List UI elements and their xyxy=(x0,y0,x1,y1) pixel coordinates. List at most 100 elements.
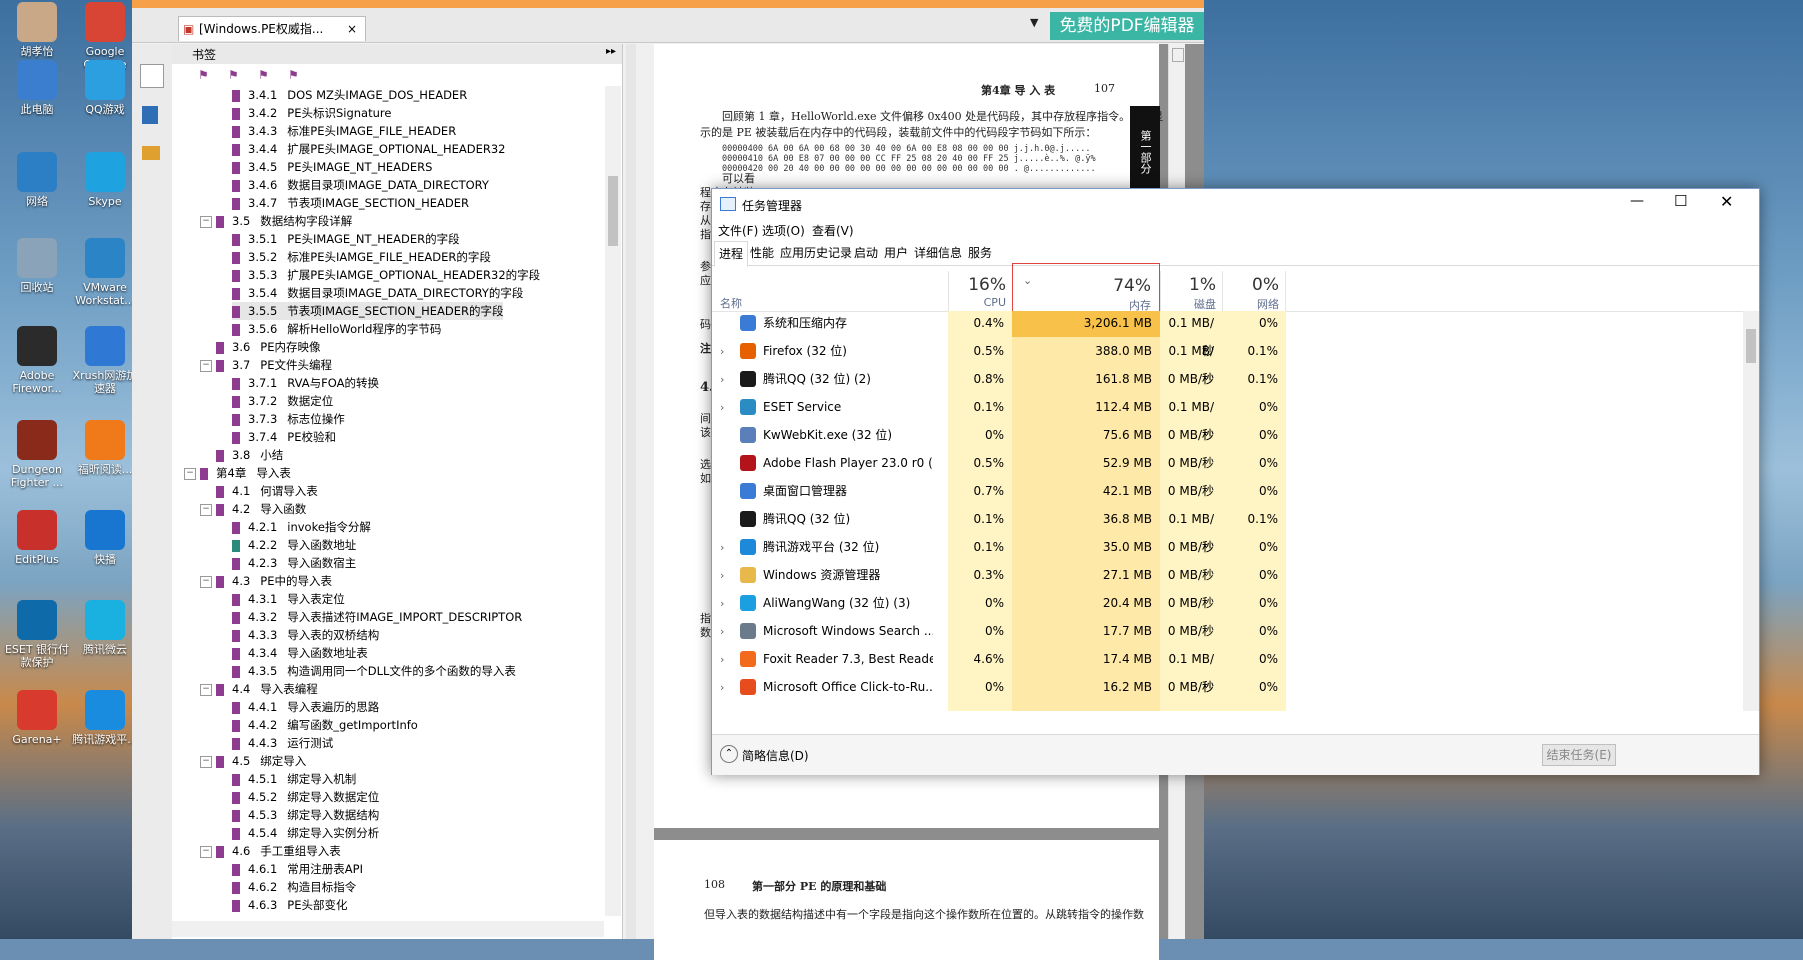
expand-chevron-icon[interactable]: › xyxy=(720,541,730,554)
process-row[interactable]: › Firefox (32 位) 0.5% 388.0 MB 0.1 MB/秒 0.1% xyxy=(712,337,1743,386)
process-row[interactable]: › Foxit Reader 7.3, Best Reade... 4.6% 17.4… xyxy=(712,645,1743,694)
bookmark-item[interactable]: 3.4.6 数据目录项IMAGE_DATA_DIRECTORY xyxy=(232,176,489,194)
expand-chevron-icon[interactable]: › xyxy=(720,569,730,582)
bookmark-item[interactable]: 3.5.4 数据目录项IMAGE_DATA_DIRECTORY的字段 xyxy=(232,284,523,302)
tab-2[interactable]: 应用历史记录 xyxy=(776,241,856,265)
bookmark-item[interactable]: 4.5.3 绑定导入数据结构 xyxy=(232,806,379,824)
process-row[interactable]: Adobe Flash Player 23.0 r0 (... 0.5% 52.9 … xyxy=(712,449,1743,477)
scroll-up-icon[interactable] xyxy=(1172,48,1184,62)
bookmark-item[interactable]: 3.5.3 扩展PE头IAMGE_OPTIONAL_HEADER32的字段 xyxy=(232,266,540,284)
collapse-toggle-icon[interactable]: − xyxy=(200,215,212,228)
expand-chevron-icon[interactable]: › xyxy=(720,345,730,358)
tab-6[interactable]: 服务 xyxy=(964,241,996,265)
bookmark-item[interactable]: 4.5.2 绑定导入数据定位 xyxy=(232,788,379,806)
collapse-toggle-icon[interactable]: − xyxy=(200,755,212,768)
process-row[interactable]: KwWebKit.exe (32 位) 0% 75.6 MB 0 MB/秒 0% xyxy=(712,421,1743,449)
desktop-icon[interactable]: 福昕阅读... xyxy=(72,418,138,492)
process-row[interactable]: › 腾讯QQ (32 位) (2) 0.8% 161.8 MB 0 MB/秒 0.1% xyxy=(712,365,1743,393)
tab-5[interactable]: 详细信息 xyxy=(910,241,966,265)
bookmark-item[interactable]: 4.4.2 编写函数_getImportInfo xyxy=(232,716,418,734)
panel-splitter[interactable] xyxy=(626,44,636,939)
bookmark-item[interactable]: 4.3.4 导入函数地址表 xyxy=(232,644,368,662)
bookmark-item[interactable]: − 3.5 数据结构字段详解 xyxy=(200,212,352,230)
bookmark-item[interactable]: − 3.7 PE文件头编程 xyxy=(200,356,332,374)
bookmark-panel-icon[interactable] xyxy=(140,64,164,88)
bookmark-item[interactable]: 4.2.3 导入函数宿主 xyxy=(232,554,356,572)
bookmark-item[interactable]: 3.4.1 DOS MZ头IMAGE_DOS_HEADER xyxy=(232,86,467,104)
menu-item[interactable]: 选项(O) xyxy=(762,222,805,239)
collapse-toggle-icon[interactable]: − xyxy=(200,683,212,696)
add-bookmark-icon[interactable]: ⚑ xyxy=(228,68,239,82)
bookmark-item[interactable]: 3.7.4 PE校验和 xyxy=(232,428,336,446)
desktop-icon[interactable]: Dungeon Fighter ... xyxy=(4,418,70,492)
expand-chevron-icon[interactable]: › xyxy=(720,597,730,610)
collapse-toggle-icon[interactable]: − xyxy=(184,467,196,480)
bookmark-item[interactable]: 3.5.1 PE头IMAGE_NT_HEADER的字段 xyxy=(232,230,460,248)
tab-1[interactable]: 性能 xyxy=(746,241,778,265)
bookmark-scroll-thumb[interactable] xyxy=(608,176,618,246)
desktop-icon[interactable]: Adobe Firewor... xyxy=(4,324,70,398)
chevron-up-icon[interactable]: ⌃ xyxy=(720,745,738,763)
bookmark-item[interactable]: − 4.2 导入函数 xyxy=(200,500,306,518)
menu-item[interactable]: 查看(V) xyxy=(812,222,854,239)
bookmark-item[interactable]: 3.5.5 节表项IMAGE_SECTION_HEADER的字段 xyxy=(232,302,504,320)
bookmark-item[interactable]: 3.5.6 解析HelloWorld程序的字节码 xyxy=(232,320,441,338)
close-icon[interactable]: ✕ xyxy=(1720,192,1733,211)
bookmark-item[interactable]: 4.5.1 绑定导入机制 xyxy=(232,770,356,788)
pages-panel-icon[interactable] xyxy=(142,106,158,124)
desktop-icon[interactable]: Xrush网游加速器 xyxy=(72,324,138,398)
menu-item[interactable]: 文件(F) xyxy=(718,222,758,239)
tab-close-icon[interactable]: × xyxy=(347,17,357,41)
bookmark-item[interactable]: 4.3.2 导入表描述符IMAGE_IMPORT_DESCRIPTOR xyxy=(232,608,522,626)
desktop-icon[interactable]: 腾讯游戏平... xyxy=(72,688,138,762)
collapse-toggle-icon[interactable]: − xyxy=(200,575,212,588)
bookmark-item[interactable]: 3.8 小结 xyxy=(216,446,283,464)
process-scroll-thumb[interactable] xyxy=(1746,329,1756,363)
bookmark-item[interactable]: 4.1 何谓导入表 xyxy=(216,482,318,500)
bookmark-hscrollbar[interactable] xyxy=(172,921,604,937)
bookmark-item[interactable]: 4.3.1 导入表定位 xyxy=(232,590,345,608)
comments-panel-icon[interactable] xyxy=(142,146,160,160)
tab-0[interactable]: 进程 xyxy=(714,241,749,267)
process-row[interactable]: › 腾讯游戏平台 (32 位) 0.1% 35.0 MB 0 MB/秒 0% xyxy=(712,533,1743,561)
process-row[interactable]: › ESET Service 0.1% 112.4 MB 0.1 MB/秒 0% xyxy=(712,393,1743,442)
column-network[interactable]: 0% 网络 xyxy=(1222,271,1286,311)
bookmark-item[interactable]: 3.4.3 标准PE头IMAGE_FILE_HEADER xyxy=(232,122,456,140)
process-row[interactable]: › Microsoft Windows Search ... 0% 17.7 MB 0 … xyxy=(712,617,1743,645)
bookmark-item[interactable]: 4.3.3 导入表的双桥结构 xyxy=(232,626,379,644)
process-row[interactable]: 桌面窗口管理器 0.7% 42.1 MB 0 MB/秒 0% xyxy=(712,477,1743,505)
bookmark-item[interactable]: 4.6.3 PE头部变化 xyxy=(232,896,347,914)
bookmark-item[interactable]: 4.2.1 invoke指令分解 xyxy=(232,518,371,536)
bookmark-item[interactable]: − 4.6 手工重组导入表 xyxy=(200,842,341,860)
expand-chevron-icon[interactable]: › xyxy=(720,373,730,386)
desktop-icon[interactable]: Skype xyxy=(72,150,138,224)
process-row[interactable]: 腾讯QQ (32 位) 0.1% 36.8 MB 0.1 MB/秒 0.1% xyxy=(712,505,1743,554)
desktop-icon[interactable]: Garena+ xyxy=(4,688,70,762)
bookmark-item[interactable]: 4.6.2 构造目标指令 xyxy=(232,878,356,896)
bookmark-item[interactable]: 4.4.3 运行测试 xyxy=(232,734,333,752)
process-row[interactable]: › Windows 资源管理器 0.3% 27.1 MB 0 MB/秒 0% xyxy=(712,561,1743,589)
minimize-icon[interactable]: — xyxy=(1630,193,1644,209)
bookmark-item[interactable]: − 4.3 PE中的导入表 xyxy=(200,572,332,590)
bookmark-item[interactable]: − 第4章 导入表 xyxy=(184,464,291,482)
tab-3[interactable]: 启动 xyxy=(850,241,882,265)
fewer-details-link[interactable]: 简略信息(D) xyxy=(742,747,809,764)
collapse-toggle-icon[interactable]: − xyxy=(200,845,212,858)
bookmark-item[interactable]: 4.3.5 构造调用同一个DLL文件的多个函数的导入表 xyxy=(232,662,516,680)
process-row[interactable]: 系统和压缩内存 0.4% 3,206.1 MB 0.1 MB/秒 0% xyxy=(712,311,1743,358)
desktop-icon[interactable]: VMware Workstat... xyxy=(72,236,138,310)
bookmark-item[interactable]: 4.2.2 导入函数地址 xyxy=(232,536,356,554)
column-disk[interactable]: 1% 磁盘 xyxy=(1160,271,1222,311)
collapse-toggle-icon[interactable]: − xyxy=(200,503,212,516)
bookmark-item[interactable]: 4.4.1 导入表遍历的思路 xyxy=(232,698,379,716)
bookmark-item[interactable]: 3.7.3 标志位操作 xyxy=(232,410,345,428)
bookmark-item[interactable]: − 4.5 绑定导入 xyxy=(200,752,306,770)
desktop-icon[interactable]: 腾讯微云 xyxy=(72,598,138,672)
process-list-scrollbar[interactable] xyxy=(1743,311,1759,711)
maximize-icon[interactable]: ☐ xyxy=(1674,192,1687,210)
bookmark-item[interactable]: 3.6 PE内存映像 xyxy=(216,338,321,356)
expand-chevron-icon[interactable]: › xyxy=(720,681,730,694)
bookmark-item[interactable]: 4.5.4 绑定导入实例分析 xyxy=(232,824,379,842)
desktop-icon[interactable]: 快播 xyxy=(72,508,138,582)
bookmark-item[interactable]: − 4.4 导入表编程 xyxy=(200,680,318,698)
